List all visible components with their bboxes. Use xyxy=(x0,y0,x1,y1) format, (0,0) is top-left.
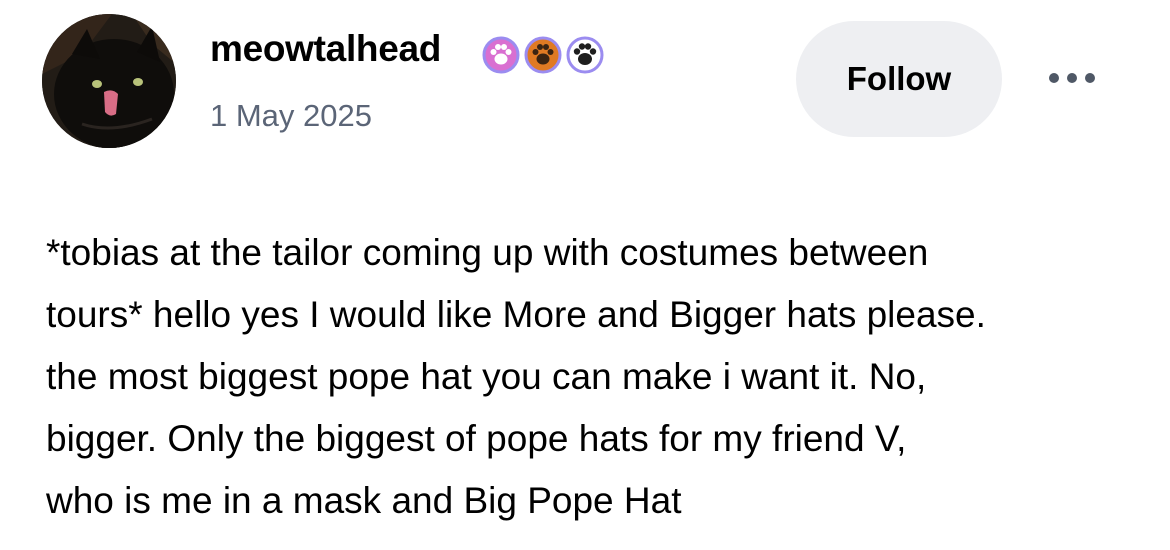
paw-badge-icon[interactable] xyxy=(566,36,604,74)
avatar[interactable] xyxy=(42,14,176,148)
badge-row xyxy=(482,36,604,78)
ellipsis-icon xyxy=(1049,73,1095,83)
username[interactable]: meowtalhead xyxy=(210,28,441,70)
paw-badge-icon[interactable] xyxy=(482,36,520,74)
follow-button[interactable]: Follow xyxy=(796,21,1002,137)
post-body-line: *tobias at the tailor coming up with cos… xyxy=(46,232,929,273)
post-body-line: who is me in a mask and Big Pope Hat xyxy=(46,480,682,521)
post-body: *tobias at the tailor coming up with cos… xyxy=(46,222,1146,532)
post-card: meowtalhead 1 May 2025 Follow *tobias at… xyxy=(0,0,1170,550)
black-cat-avatar-icon xyxy=(42,14,176,148)
post-body-line: the most biggest pope hat you can make i… xyxy=(46,356,927,397)
post-timestamp[interactable]: 1 May 2025 xyxy=(210,98,372,134)
more-options-button[interactable] xyxy=(1040,60,1104,96)
post-body-line: bigger. Only the biggest of pope hats fo… xyxy=(46,418,907,459)
post-body-line: tours* hello yes I would like More and B… xyxy=(46,294,986,335)
paw-badge-icon[interactable] xyxy=(524,36,562,74)
